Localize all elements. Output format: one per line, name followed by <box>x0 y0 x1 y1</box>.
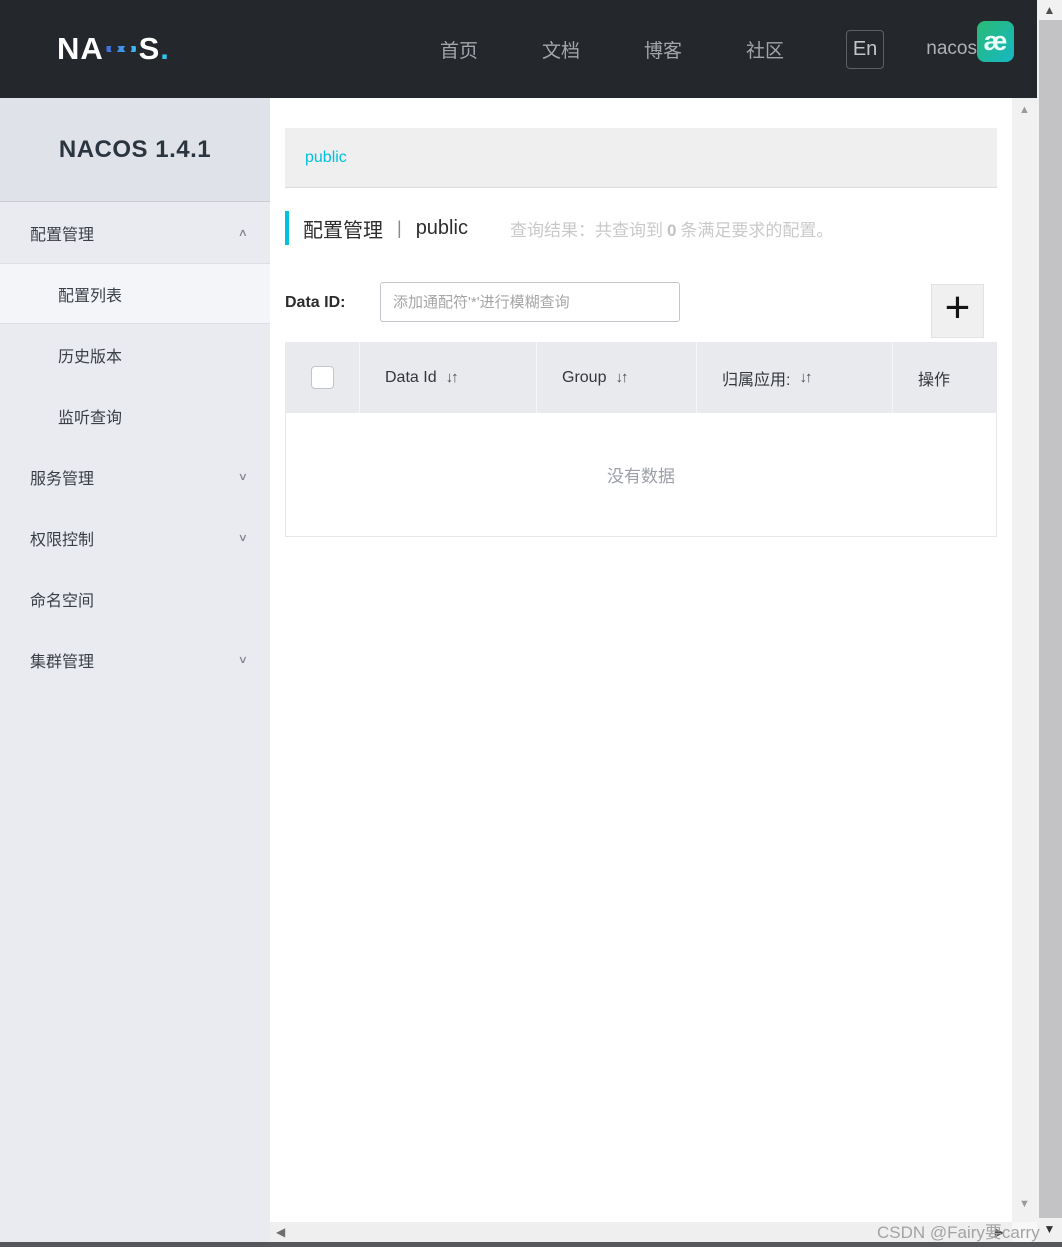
sidebar-item-config-management[interactable]: 配置管理 ∧ <box>0 202 270 263</box>
sidebar: NACOS 1.4.1 配置管理 ∧ 配置列表 历史版本 监听查询 服务管理 ∨… <box>0 98 270 1242</box>
sidebar-item-cluster-management[interactable]: 集群管理 ∨ <box>0 629 270 690</box>
infinity-logo-icon: ∞ <box>104 20 138 72</box>
scrollbar-thumb[interactable] <box>1039 20 1062 1218</box>
title-separator: | <box>397 217 402 238</box>
inner-vertical-scrollbar[interactable]: ▲ ▼ <box>1012 98 1037 1222</box>
window-bottom-edge <box>0 1242 1062 1247</box>
scroll-right-icon[interactable]: ▶ <box>995 1225 1004 1239</box>
sidebar-item-label: 配置管理 <box>30 226 95 244</box>
outer-vertical-scrollbar[interactable]: ▲ ▼ <box>1037 0 1062 1242</box>
scroll-up-icon[interactable]: ▲ <box>1037 3 1062 17</box>
top-header: NA ∞ S . 首页 文档 博客 社区 En nacos <box>0 0 1037 98</box>
main-content: public 配置管理 | public 查询结果：共查询到 0 条满足要求的配置。… <box>270 98 1012 1242</box>
query-result-prefix: 查询结果：共查询到 <box>509 220 663 240</box>
select-all-checkbox[interactable] <box>310 366 334 389</box>
sidebar-item-label: 历史版本 <box>58 348 123 366</box>
table-header-operations: 操作 <box>893 342 997 413</box>
empty-state-text: 没有数据 <box>607 467 675 486</box>
sidebar-item-service-management[interactable]: 服务管理 ∨ <box>0 446 270 507</box>
sidebar-item-label: 命名空间 <box>30 592 95 610</box>
sidebar-item-label: 配置列表 <box>58 287 123 305</box>
scroll-left-icon[interactable]: ◀ <box>276 1225 285 1239</box>
add-config-button[interactable]: + <box>931 284 984 338</box>
namespace-tab-public[interactable]: public <box>305 149 347 167</box>
scroll-up-icon[interactable]: ▲ <box>1012 104 1037 116</box>
sidebar-item-label: 权限控制 <box>30 531 95 549</box>
query-result-suffix: 条满足要求的配置。 <box>680 220 834 240</box>
table-header-dataid[interactable]: Data Id ↓↑ <box>360 342 537 413</box>
table-header-checkbox-cell <box>285 342 360 413</box>
dataid-label: Data ID: <box>285 294 346 311</box>
browser-extension-icon[interactable]: æ <box>977 21 1014 62</box>
sidebar-item-listener-query[interactable]: 监听查询 <box>0 385 270 446</box>
scroll-down-icon[interactable]: ▼ <box>1037 1222 1062 1236</box>
sort-icon[interactable]: ↓↑ <box>446 369 459 386</box>
table-header-group[interactable]: Group ↓↑ <box>537 342 697 413</box>
table-empty-body: 没有数据 <box>285 413 997 537</box>
scroll-down-icon[interactable]: ▼ <box>1012 1198 1037 1210</box>
nav-item-blog[interactable]: 博客 <box>612 36 714 63</box>
chevron-down-icon: ∨ <box>237 531 248 544</box>
logo-text-suffix: S <box>138 31 161 66</box>
nav-item-community[interactable]: 社区 <box>714 36 816 63</box>
dataid-search-input[interactable] <box>380 282 680 322</box>
sidebar-item-access-control[interactable]: 权限控制 ∨ <box>0 507 270 568</box>
language-toggle-button[interactable]: En <box>846 29 885 69</box>
sidebar-item-history-versions[interactable]: 历史版本 <box>0 324 270 385</box>
config-table: Data Id ↓↑ Group ↓↑ 归属应用: ↓↑ 操作 没有数据 <box>285 342 997 537</box>
nav-item-docs[interactable]: 文档 <box>510 36 612 63</box>
sidebar-item-label: 服务管理 <box>30 470 95 488</box>
chevron-down-icon: ∨ <box>237 470 248 483</box>
logo-text-prefix: NA <box>57 31 104 66</box>
sidebar-version-title: NACOS 1.4.1 <box>0 98 270 202</box>
sort-icon[interactable]: ↓↑ <box>615 369 628 386</box>
horizontal-scrollbar[interactable]: ◀ ▶ <box>270 1222 1012 1242</box>
table-header-application[interactable]: 归属应用: ↓↑ <box>697 342 893 413</box>
sort-icon[interactable]: ↓↑ <box>799 369 812 386</box>
column-label: Group <box>562 368 607 386</box>
sidebar-item-config-list[interactable]: 配置列表 <box>0 263 270 324</box>
sidebar-item-namespace[interactable]: 命名空间 <box>0 568 270 629</box>
chevron-up-icon: ∧ <box>237 226 248 239</box>
nacos-console-window: NA ∞ S . 首页 文档 博客 社区 En nacos æ NACOS 1.… <box>0 0 1062 1247</box>
page-title-row: 配置管理 | public 查询结果：共查询到 0 条满足要求的配置。 <box>285 208 833 248</box>
column-label: Data Id <box>385 368 437 386</box>
query-result-count: 0 <box>666 220 677 240</box>
query-result-text: 查询结果：共查询到 0 条满足要求的配置。 <box>510 216 833 241</box>
chevron-down-icon: ∨ <box>237 653 248 666</box>
title-namespace: public <box>415 216 468 239</box>
logged-in-username[interactable]: nacos <box>926 0 977 98</box>
sidebar-item-label: 监听查询 <box>58 409 123 427</box>
header-nav: 首页 文档 博客 社区 En <box>408 0 885 98</box>
nacos-logo[interactable]: NA ∞ S . <box>57 20 169 72</box>
title-accent-bar <box>285 211 289 245</box>
sidebar-item-label: 集群管理 <box>30 653 95 671</box>
column-label: 操作 <box>918 371 951 389</box>
page-title: 配置管理 <box>303 219 383 242</box>
nav-item-home[interactable]: 首页 <box>408 36 510 63</box>
table-header-row: Data Id ↓↑ Group ↓↑ 归属应用: ↓↑ 操作 <box>285 342 997 413</box>
scrollbar-corner <box>1012 1222 1037 1242</box>
namespace-tab-bar: public <box>285 128 997 188</box>
logo-dot: . <box>160 31 169 66</box>
search-form-row: Data ID: + <box>285 282 997 340</box>
column-label: 归属应用: <box>722 371 791 389</box>
